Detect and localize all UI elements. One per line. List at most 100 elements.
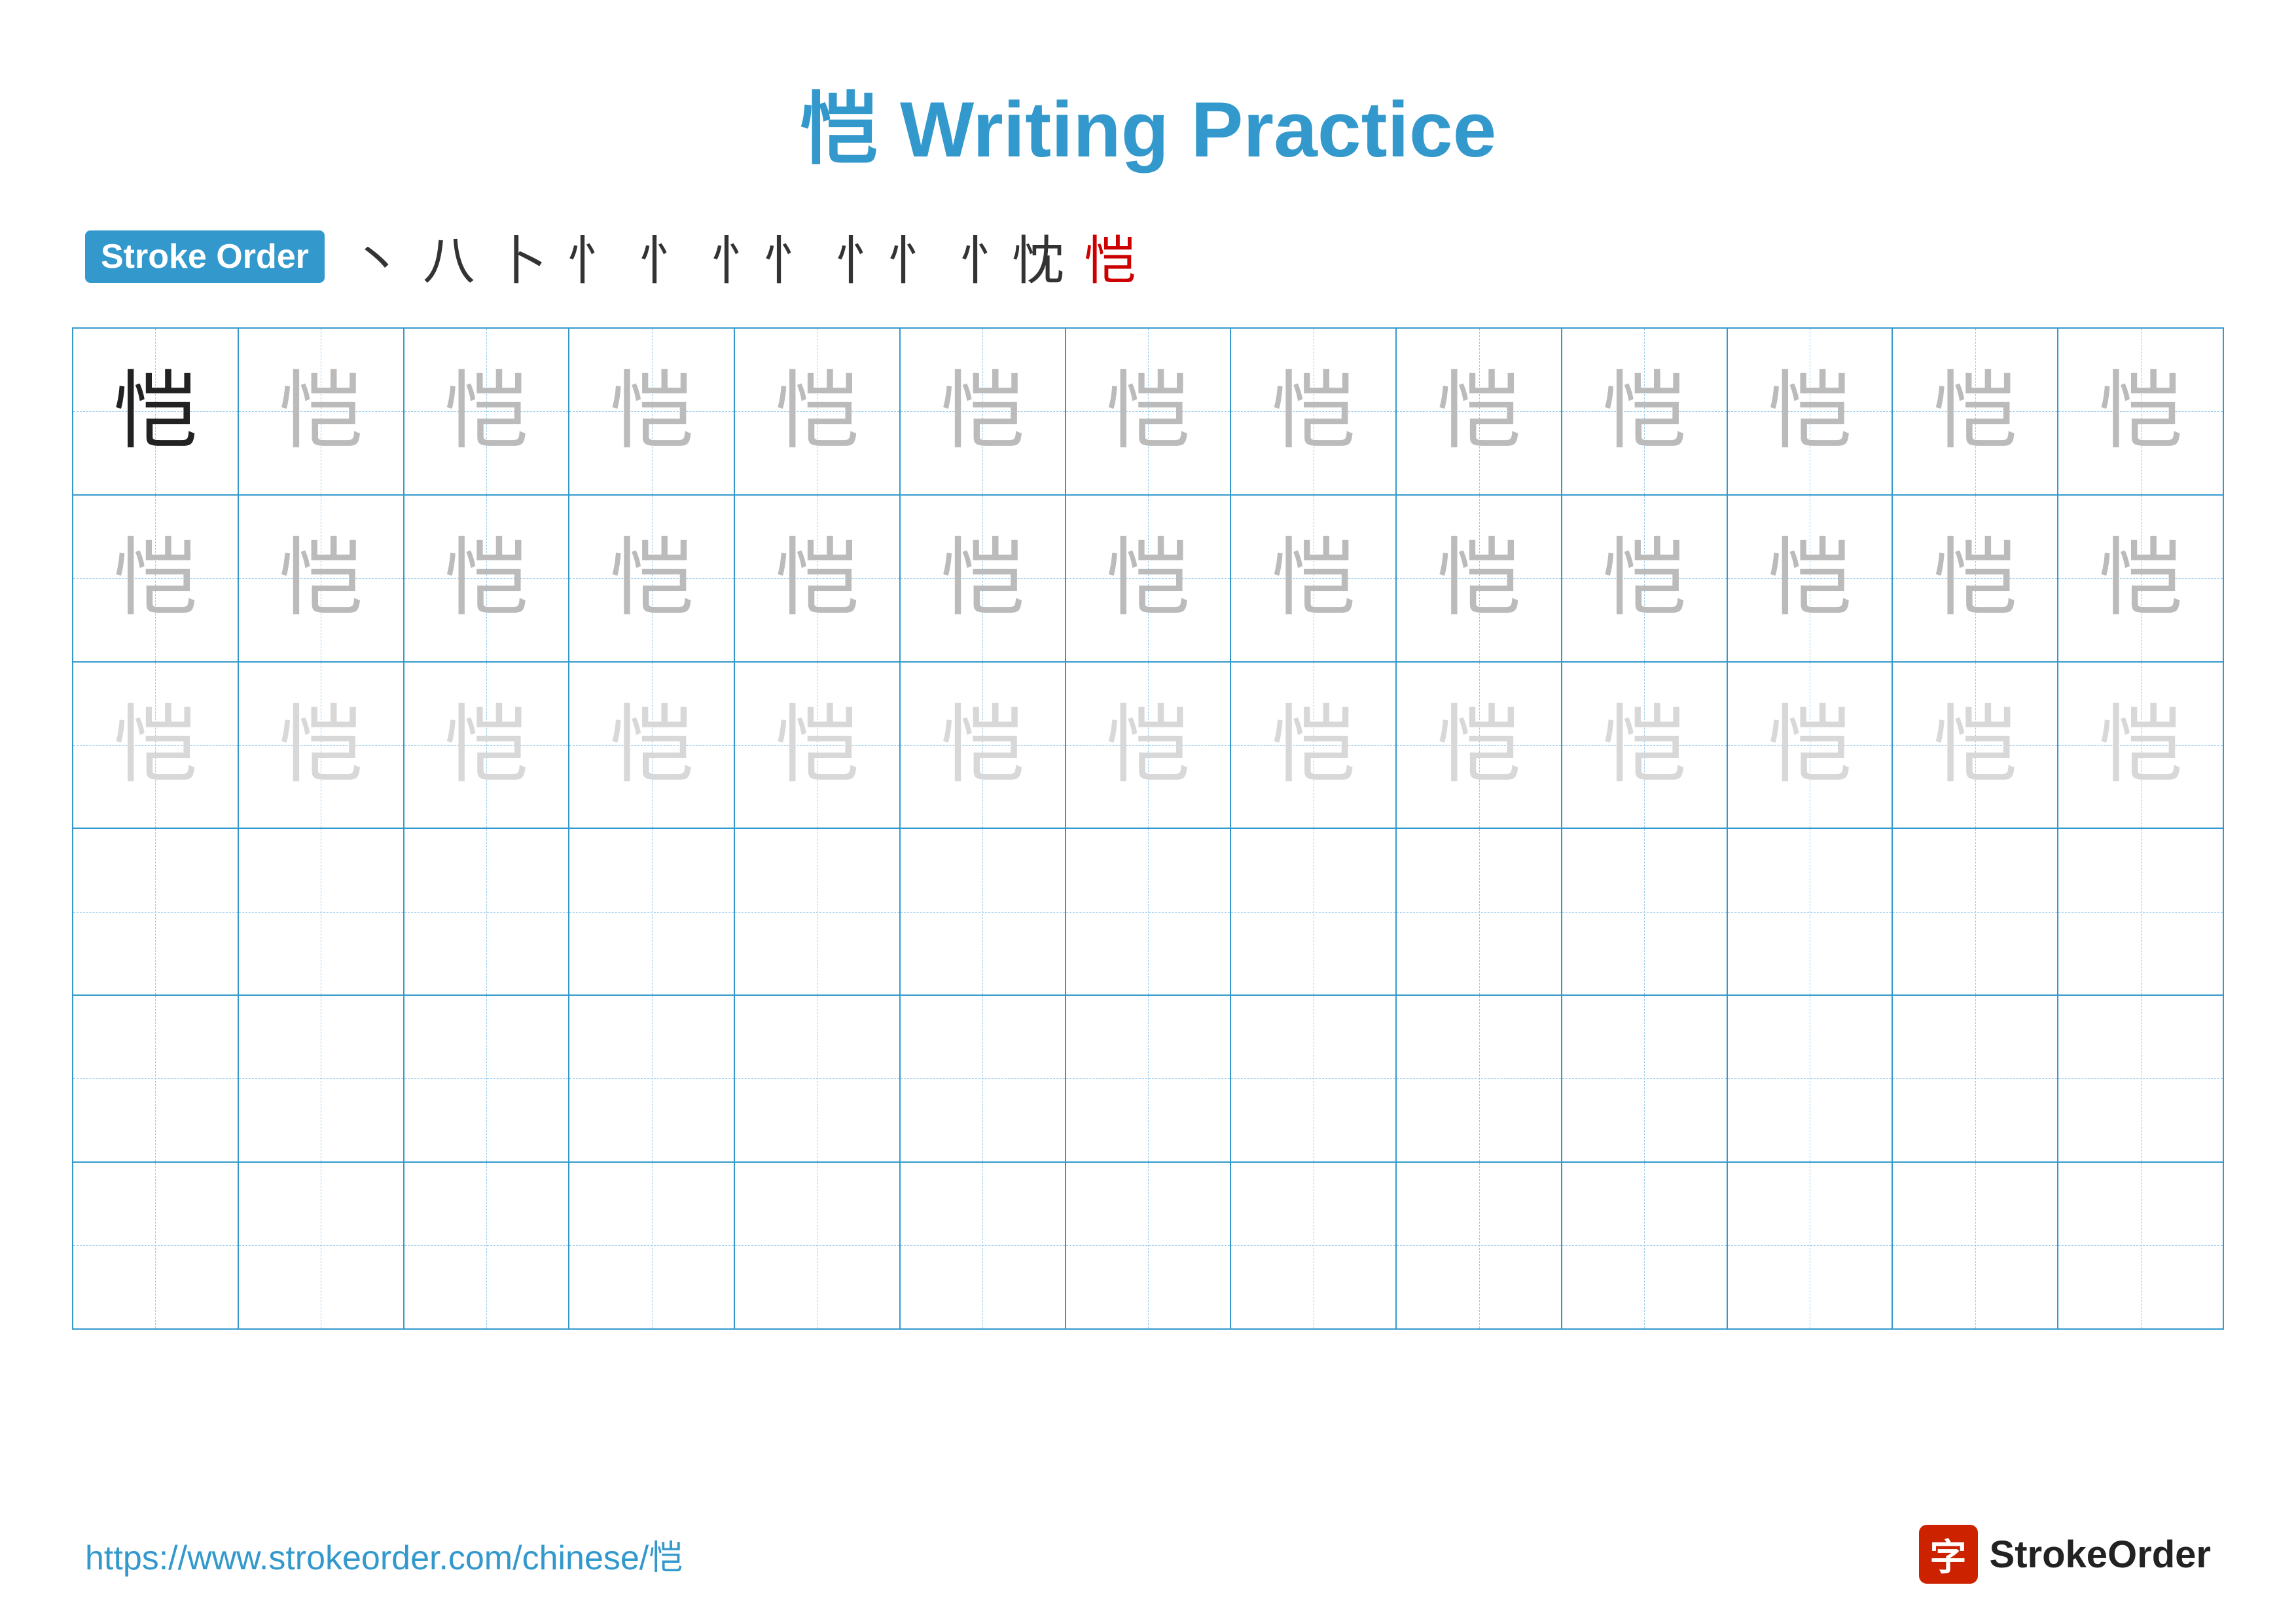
grid-cell[interactable]: 恺 [901,329,1066,494]
grid-cell[interactable] [569,829,735,994]
cell-character: 恺 [278,702,363,788]
grid-cell[interactable] [2058,1163,2223,1328]
stroke-9: 恺 [1084,219,1136,295]
grid-cell[interactable] [1397,1163,1562,1328]
stroke-order-row: Stroke Order 丶 八 卜 忄 忄 忄忄 忄忄 忄忱 恺 [0,219,2296,295]
grid-cell[interactable] [404,996,570,1161]
grid-cell[interactable]: 恺 [1728,329,1893,494]
grid-cell[interactable]: 恺 [404,496,570,661]
cell-character: 恺 [2098,702,2183,788]
grid-cell[interactable]: 恺 [569,496,735,661]
grid-cell[interactable]: 恺 [73,329,239,494]
grid-cell[interactable] [2058,996,2223,1161]
grid-cell[interactable] [901,996,1066,1161]
grid-cell[interactable] [73,1163,239,1328]
grid-cell[interactable]: 恺 [1893,663,2058,828]
grid-cell[interactable] [1066,1163,1232,1328]
cell-character: 恺 [609,369,694,454]
grid-cell[interactable]: 恺 [901,663,1066,828]
grid-cell[interactable]: 恺 [1728,496,1893,661]
footer-url[interactable]: https://www.strokeorder.com/chinese/恺 [85,1530,683,1579]
cell-character: 恺 [1437,369,1522,454]
grid-cell[interactable]: 恺 [1562,496,1728,661]
grid-cell[interactable]: 恺 [1066,496,1232,661]
grid-cell[interactable] [735,829,901,994]
grid-cell[interactable]: 恺 [1893,496,2058,661]
grid-cell[interactable] [2058,829,2223,994]
grid-cell[interactable] [1562,996,1728,1161]
grid-cell[interactable] [1231,1163,1397,1328]
grid-cell[interactable] [735,996,901,1161]
grid-cell[interactable] [569,1163,735,1328]
grid-cell[interactable]: 恺 [1231,663,1397,828]
grid-cell[interactable] [1728,1163,1893,1328]
grid-cell[interactable] [1562,1163,1728,1328]
cell-character: 恺 [2098,369,2183,454]
grid-cell[interactable]: 恺 [569,663,735,828]
grid-cell[interactable] [901,829,1066,994]
grid-cell[interactable] [901,1163,1066,1328]
grid-cell[interactable] [1893,996,2058,1161]
grid-row: 恺恺恺恺恺恺恺恺恺恺恺恺恺 [73,663,2223,830]
grid-cell[interactable]: 恺 [735,663,901,828]
grid-cell[interactable]: 恺 [1728,663,1893,828]
cell-character: 恺 [1602,702,1687,788]
grid-cell[interactable] [1893,1163,2058,1328]
grid-cell[interactable]: 恺 [735,329,901,494]
stroke-2: 八 [423,219,475,295]
grid-cell[interactable]: 恺 [1066,663,1232,828]
grid-cell[interactable]: 恺 [2058,663,2223,828]
grid-cell[interactable] [735,1163,901,1328]
grid-cell[interactable]: 恺 [239,663,404,828]
grid-cell[interactable] [1728,829,1893,994]
grid-cell[interactable] [404,1163,570,1328]
cell-character: 恺 [1602,369,1687,454]
grid-cell[interactable] [1397,829,1562,994]
grid-cell[interactable]: 恺 [1397,329,1562,494]
grid-cell[interactable] [1066,996,1232,1161]
grid-cell[interactable] [73,829,239,994]
grid-cell[interactable]: 恺 [1231,329,1397,494]
grid-cell[interactable] [239,996,404,1161]
cell-character: 恺 [1271,536,1356,621]
grid-cell[interactable]: 恺 [1562,329,1728,494]
grid-cell[interactable] [1893,829,2058,994]
grid-cell[interactable] [1562,829,1728,994]
grid-cell[interactable]: 恺 [73,663,239,828]
grid-cell[interactable] [404,829,570,994]
grid-cell[interactable]: 恺 [1066,329,1232,494]
grid-row [73,829,2223,996]
grid-cell[interactable]: 恺 [901,496,1066,661]
grid-cell[interactable]: 恺 [239,329,404,494]
grid-cell[interactable]: 恺 [2058,496,2223,661]
grid-cell[interactable] [239,829,404,994]
grid-cell[interactable]: 恺 [404,329,570,494]
grid-cell[interactable]: 恺 [1893,329,2058,494]
grid-cell[interactable]: 恺 [404,663,570,828]
grid-cell[interactable] [1231,829,1397,994]
grid-cell[interactable]: 恺 [569,329,735,494]
cell-character: 恺 [1767,702,1852,788]
grid-cell[interactable] [1231,996,1397,1161]
grid-cell[interactable] [1397,996,1562,1161]
grid-cell[interactable]: 恺 [2058,329,2223,494]
grid-cell[interactable]: 恺 [1397,663,1562,828]
cell-character: 恺 [278,536,363,621]
cell-character: 恺 [774,536,859,621]
cell-character: 恺 [1933,702,2018,788]
grid-cell[interactable]: 恺 [735,496,901,661]
cell-character: 恺 [940,536,1025,621]
grid-cell[interactable] [73,996,239,1161]
grid-cell[interactable]: 恺 [1397,496,1562,661]
cell-character: 恺 [1271,702,1356,788]
grid-cell[interactable]: 恺 [1231,496,1397,661]
cell-character: 恺 [609,702,694,788]
grid-cell[interactable] [1728,996,1893,1161]
grid-cell[interactable]: 恺 [73,496,239,661]
grid-cell[interactable]: 恺 [1562,663,1728,828]
grid-cell[interactable] [239,1163,404,1328]
grid-cell[interactable]: 恺 [239,496,404,661]
cell-character: 恺 [1105,536,1191,621]
grid-cell[interactable] [569,996,735,1161]
grid-cell[interactable] [1066,829,1232,994]
